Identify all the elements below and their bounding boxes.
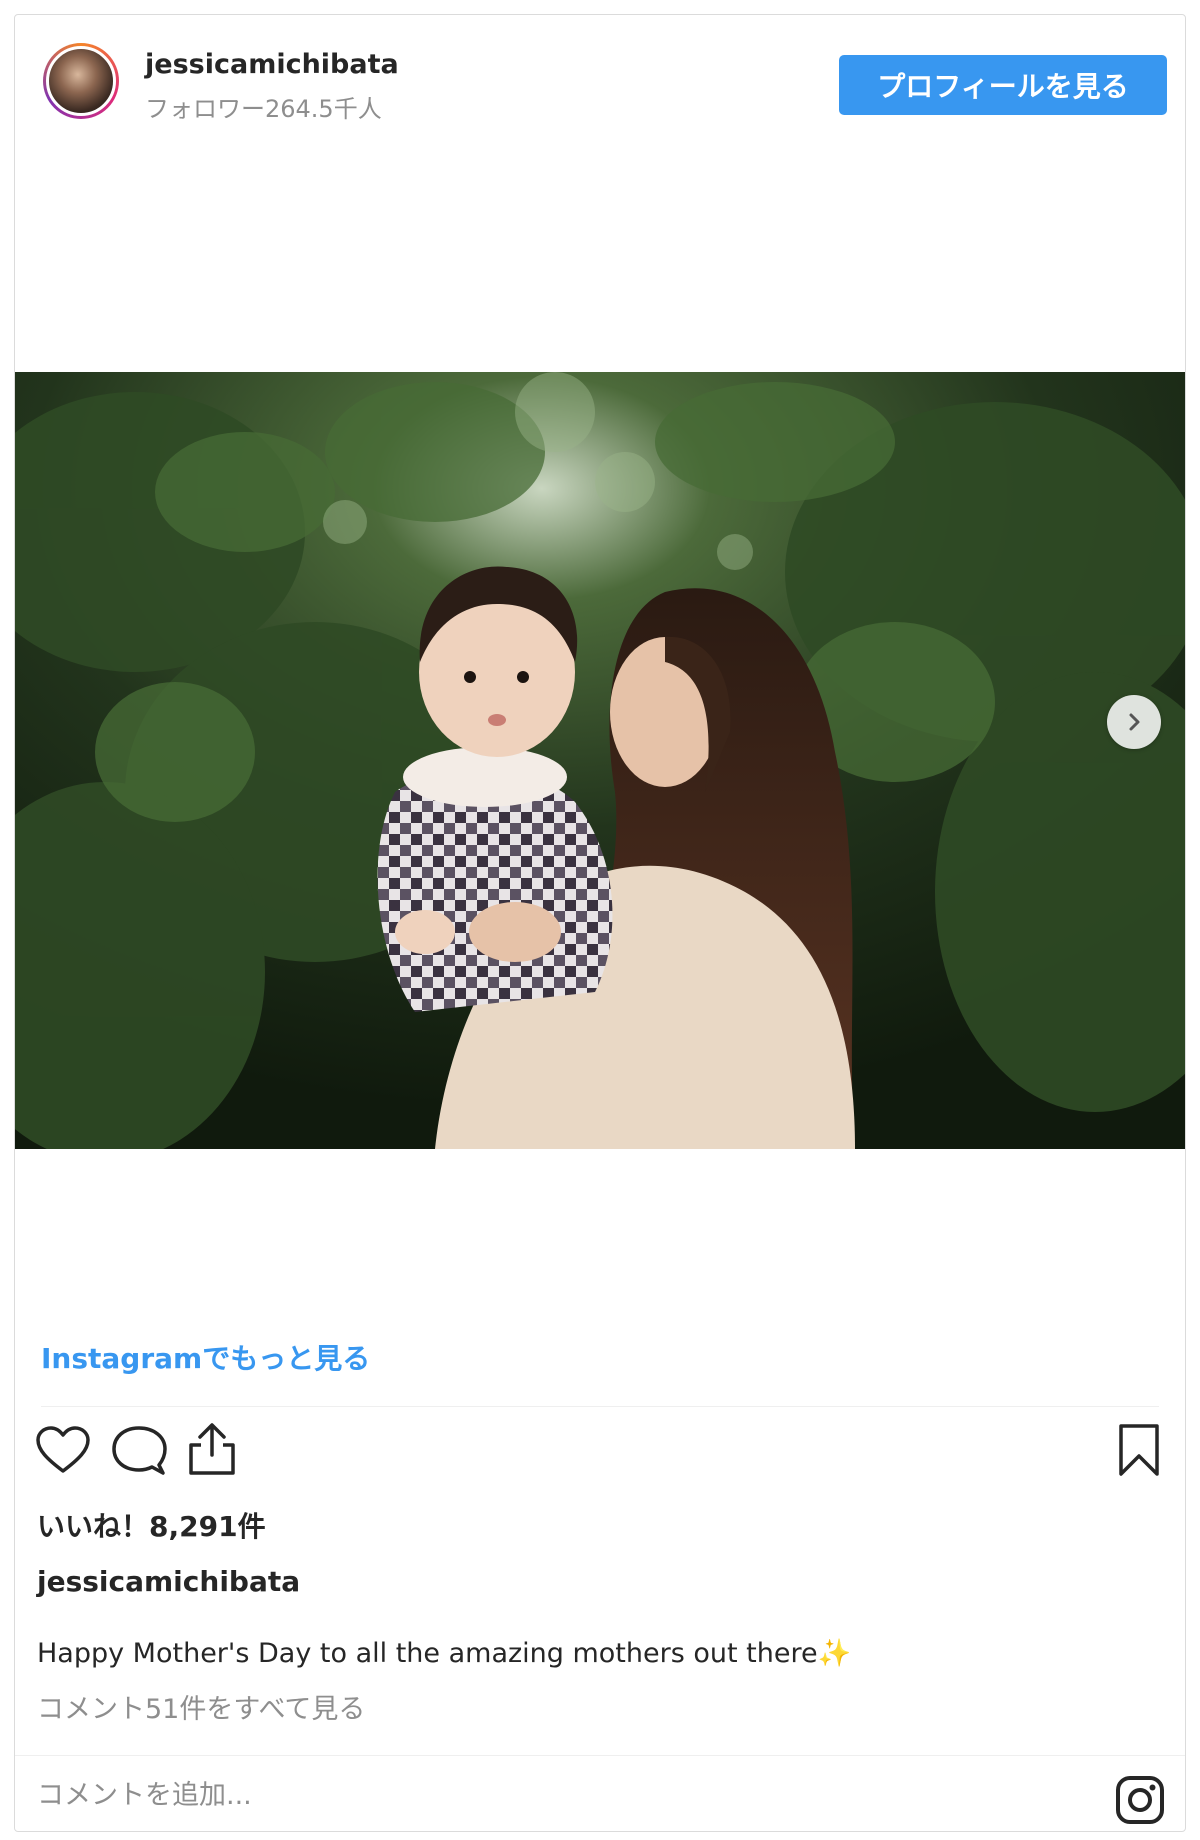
like-count[interactable]: いいね！8,291件	[37, 1505, 266, 1545]
add-comment-input[interactable]	[37, 1775, 1037, 1815]
divider	[15, 1755, 1185, 1756]
comment-icon	[112, 1426, 167, 1475]
photo-illustration	[15, 372, 1185, 1149]
post-photo[interactable]	[15, 372, 1185, 1149]
comment-button[interactable]	[111, 1425, 167, 1481]
instagram-embed-card: jessicamichibata フォロワー264.5千人 プロフィールを見る	[14, 14, 1186, 1832]
follower-count: フォロワー264.5千人	[145, 95, 382, 123]
caption-username[interactable]: jessicamichibata	[37, 1565, 300, 1598]
save-button[interactable]	[1117, 1423, 1161, 1481]
avatar[interactable]	[43, 43, 119, 119]
chevron-right-icon	[1129, 713, 1140, 731]
share-icon	[189, 1423, 235, 1475]
username[interactable]: jessicamichibata	[145, 49, 399, 80]
view-more-on-instagram-link[interactable]: Instagramでもっと見る	[41, 1337, 370, 1377]
divider	[41, 1406, 1159, 1407]
next-photo-button[interactable]	[1107, 695, 1161, 749]
instagram-logo-button[interactable]	[1115, 1775, 1165, 1829]
instagram-icon	[1116, 1776, 1164, 1824]
share-button[interactable]	[187, 1421, 237, 1481]
like-button[interactable]	[35, 1425, 91, 1479]
avatar-image	[46, 46, 116, 116]
bookmark-icon	[1119, 1424, 1159, 1476]
caption-text: Happy Mother's Day to all the amazing mo…	[37, 1638, 852, 1669]
view-all-comments-link[interactable]: コメント51件をすべて見る	[37, 1687, 365, 1726]
heart-icon	[36, 1426, 90, 1473]
view-profile-button[interactable]: プロフィールを見る	[839, 55, 1167, 115]
